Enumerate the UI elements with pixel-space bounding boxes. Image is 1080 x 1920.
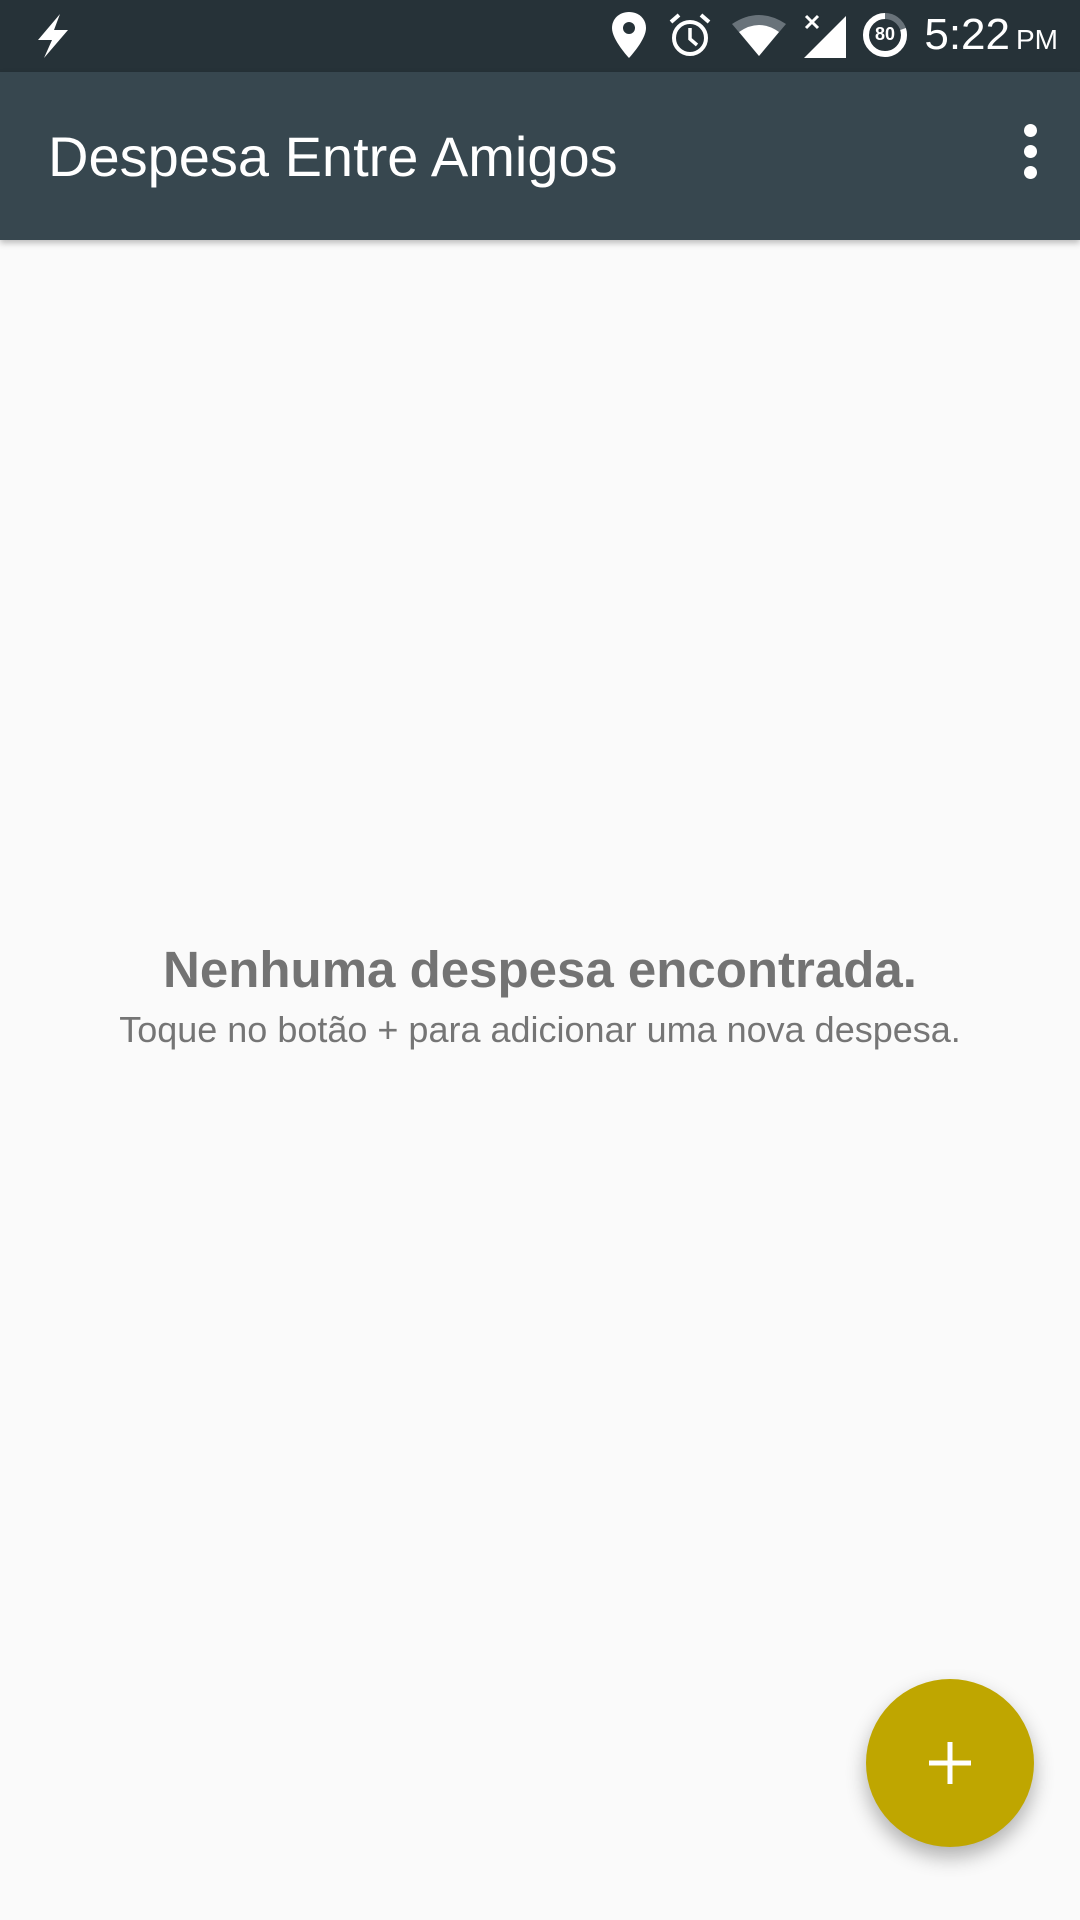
flash-icon xyxy=(38,14,68,58)
location-icon xyxy=(612,12,646,58)
add-expense-button[interactable] xyxy=(866,1679,1034,1847)
empty-state: Nenhuma despesa encontrada. Toque no bot… xyxy=(0,940,1080,1051)
clock-time: 5:22 xyxy=(924,10,1010,59)
plus-icon xyxy=(929,1742,971,1784)
signal-icon xyxy=(804,14,846,58)
page-title: Despesa Entre Amigos xyxy=(48,125,618,188)
empty-state-subtitle: Toque no botão + para adicionar uma nova… xyxy=(119,1009,961,1050)
battery-level: 80 xyxy=(874,24,896,44)
wifi-icon xyxy=(732,15,786,56)
app-toolbar: Despesa Entre Amigos xyxy=(0,72,1080,240)
battery-icon: 80 xyxy=(862,12,908,58)
alarm-icon xyxy=(669,13,711,56)
clock: 5:22 PM xyxy=(924,10,1058,60)
clock-ampm: PM xyxy=(1016,24,1058,55)
empty-state-title: Nenhuma despesa encontrada. xyxy=(163,941,917,998)
more-vert-icon[interactable] xyxy=(1010,124,1050,188)
status-bar: 80 5:22 PM xyxy=(0,0,1080,72)
